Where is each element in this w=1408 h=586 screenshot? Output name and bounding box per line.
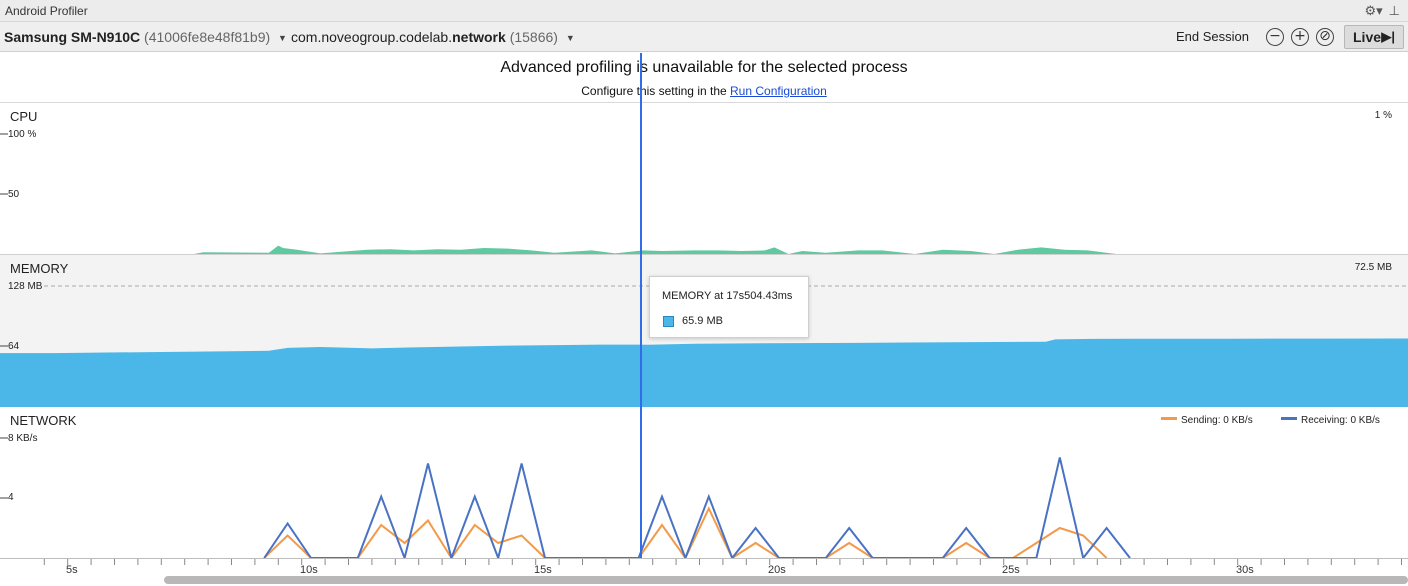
banner-sub-prefix: Configure this setting in the — [581, 84, 731, 98]
zoom-out-icon[interactable]: − — [1266, 28, 1284, 46]
process-name-bold: network — [452, 29, 506, 45]
process-selector[interactable]: com.noveogroup.codelab.network (15866) ▼ — [291, 29, 575, 45]
device-serial: (41006fe8e48f81b9) — [144, 29, 271, 45]
banner-subtext: Configure this setting in the Run Config… — [0, 84, 1408, 98]
device-name: Samsung SM-N910C — [4, 29, 141, 45]
axis-tick-label: 30s — [1236, 564, 1254, 576]
sending-swatch — [1161, 417, 1177, 420]
gear-icon[interactable]: ⚙▾ — [1364, 3, 1382, 19]
network-track[interactable]: NETWORK 8 KB/s 4 Sending: 0 KB/s Receivi… — [0, 407, 1408, 558]
profiler-toolbar: Samsung SM-N910C (41006fe8e48f81b9) ▼ co… — [0, 22, 1408, 52]
memory-label: MEMORY — [10, 261, 69, 276]
cpu-tick-mid: 50 — [8, 189, 20, 200]
chevron-down-icon: ▼ — [278, 33, 287, 43]
live-label: Live — [1353, 29, 1382, 45]
cpu-chart — [0, 133, 1116, 254]
legend-sending: Sending: 0 KB/s — [1161, 415, 1253, 426]
cpu-label: CPU — [10, 109, 38, 124]
chevron-down-icon: ▼ — [565, 33, 575, 43]
cpu-current-value: 1 % — [1374, 110, 1392, 121]
zoom-in-icon[interactable]: + — [1291, 28, 1309, 46]
legend-sending-label: Sending: 0 KB/s — [1181, 415, 1253, 426]
axis-tick-label: 5s — [66, 564, 78, 576]
cpu-series-area — [194, 245, 1116, 254]
legend-receiving: Receiving: 0 KB/s — [1281, 415, 1380, 426]
memory-tooltip: MEMORY at 17s504.43ms 65.9 MB — [649, 276, 809, 338]
run-configuration-link[interactable]: Run Configuration — [730, 84, 827, 98]
tooltip-title: MEMORY at 17s504.43ms — [662, 290, 793, 302]
memory-series-area — [0, 338, 1408, 407]
app-title: Android Profiler — [5, 4, 88, 18]
memory-tick-top: 128 MB — [8, 281, 43, 292]
legend-receiving-label: Receiving: 0 KB/s — [1301, 415, 1380, 426]
timeline-scrollbar[interactable] — [164, 576, 1408, 584]
axis-tick-label: 20s — [768, 564, 786, 576]
reset-zoom-icon[interactable]: ⊘ — [1316, 28, 1334, 46]
timeline-cursor — [640, 53, 642, 558]
process-name-prefix: com.noveogroup.codelab. — [291, 29, 453, 45]
axis-tick-label: 15s — [534, 564, 552, 576]
advanced-profiling-banner: Advanced profiling is unavailable for th… — [0, 53, 1408, 103]
axis-tick-label: 25s — [1002, 564, 1020, 576]
title-bar: Android Profiler ⚙▾ ⊥ — [0, 0, 1408, 22]
axis-tick-label: 10s — [300, 564, 318, 576]
network-receiving-line — [263, 457, 1131, 558]
title-bar-icons: ⚙▾ ⊥ — [1364, 3, 1400, 19]
device-selector[interactable]: Samsung SM-N910C (41006fe8e48f81b9) ▼ — [4, 29, 287, 45]
tooltip-value: 65.9 MB — [682, 315, 723, 327]
network-sending-line — [263, 506, 1108, 558]
memory-current-value: 72.5 MB — [1354, 262, 1392, 273]
network-tick-top: 8 KB/s — [8, 433, 38, 444]
memory-tick-mid: 64 — [8, 341, 20, 352]
process-pid: (15866) — [509, 29, 558, 45]
network-label: NETWORK — [10, 413, 77, 428]
cpu-tick-top: 100 % — [8, 129, 37, 140]
pin-icon[interactable]: ⊥ — [1389, 3, 1400, 19]
network-chart — [0, 437, 1131, 558]
tooltip-swatch — [663, 316, 674, 327]
go-live-icon: ▶| — [1381, 29, 1395, 44]
receiving-swatch — [1281, 417, 1297, 420]
end-session-button[interactable]: End Session — [1176, 29, 1249, 44]
network-tick-mid: 4 — [8, 492, 14, 503]
banner-headline: Advanced profiling is unavailable for th… — [500, 59, 908, 76]
cpu-track[interactable]: CPU 1 % 100 % 50 — [0, 103, 1408, 255]
live-button[interactable]: Live ▶| — [1344, 25, 1404, 49]
